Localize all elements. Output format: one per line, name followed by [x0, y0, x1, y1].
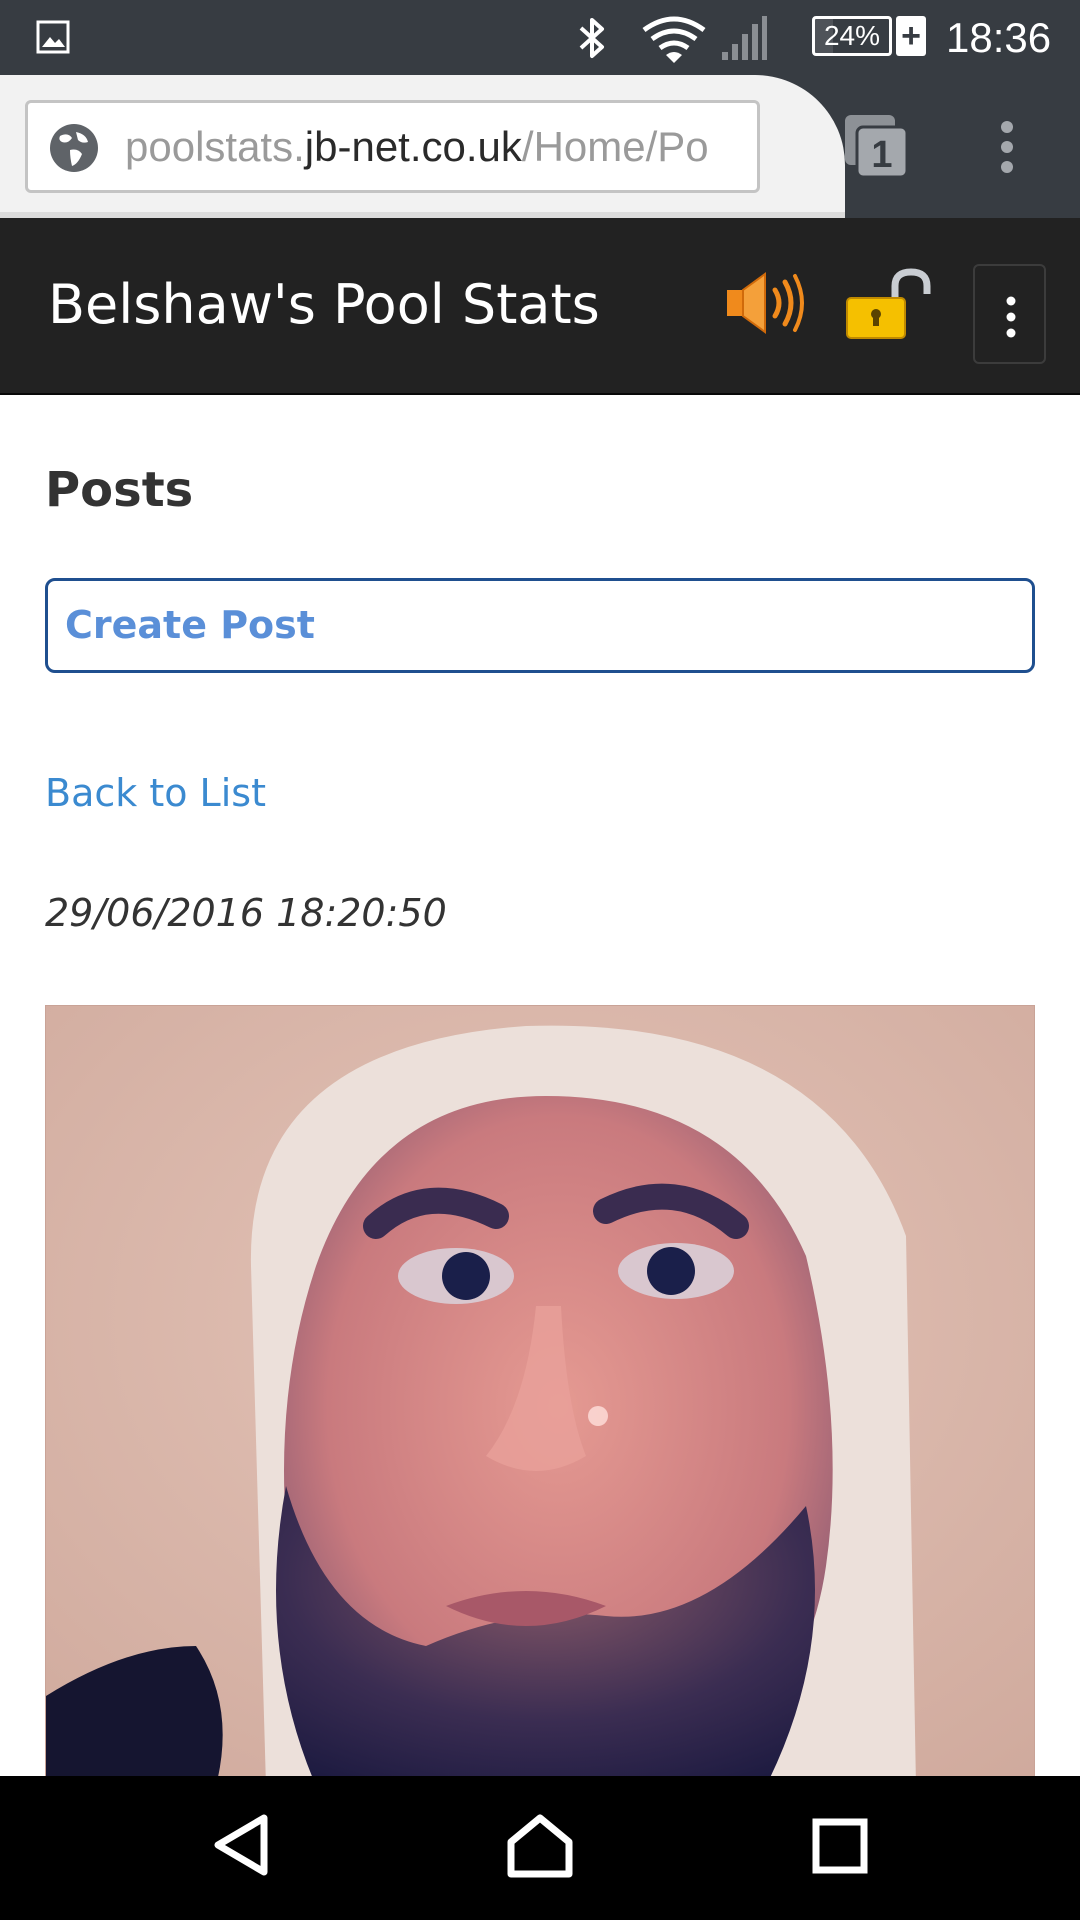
back-triangle-icon[interactable] [210, 1812, 270, 1878]
battery-icon: 24% [812, 16, 892, 56]
navbar-toggle-button[interactable] [973, 264, 1046, 364]
address-bar[interactable]: poolstats.jb-net.co.uk/Home/Po [25, 100, 760, 193]
url-path: /Home/Po [521, 123, 709, 170]
recents-square-icon[interactable] [812, 1818, 868, 1874]
status-bar: 24% + 18:36 [0, 0, 1080, 75]
site-brand[interactable]: Belshaw's Pool Stats [48, 270, 600, 340]
tab-count: 1 [871, 134, 892, 176]
browser-menu-button[interactable] [995, 119, 1019, 175]
post-timestamp: 29/06/2016 18:20:50 [45, 891, 447, 935]
post-photo-image [46, 1006, 1034, 1784]
create-post-button[interactable]: Create Post [45, 578, 1035, 673]
charging-icon: + [896, 16, 926, 56]
battery-percentage: 24% [823, 20, 881, 51]
home-icon[interactable] [505, 1812, 575, 1878]
wifi-icon [642, 16, 706, 63]
clock: 18:36 [946, 14, 1052, 61]
browser-tab: poolstats.jb-net.co.uk/Home/Po [0, 75, 845, 218]
back-to-list-link[interactable]: Back to List [45, 768, 266, 818]
system-nav-bar [0, 1776, 1080, 1920]
more-vert-icon [1006, 296, 1016, 338]
page-title: Posts [45, 462, 194, 518]
url-subdomain: poolstats. [125, 123, 305, 170]
browser-toolbar: poolstats.jb-net.co.uk/Home/Po 1 [0, 75, 1080, 218]
globe-icon [50, 124, 98, 172]
unlocked-padlock-icon[interactable] [845, 268, 935, 340]
tab-switcher-button[interactable]: 1 [843, 113, 911, 181]
post-photo [45, 1005, 1035, 1785]
site-navbar: Belshaw's Pool Stats [0, 218, 1080, 395]
bluetooth-icon [579, 18, 604, 58]
cell-signal-icon [722, 16, 767, 60]
speaker-icon[interactable] [725, 270, 809, 336]
url-text[interactable]: poolstats.jb-net.co.uk/Home/Po [125, 121, 709, 173]
url-domain: jb-net.co.uk [304, 123, 522, 170]
screen: 24% + 18:36 poolstats.jb-net.co.uk/Home/… [0, 0, 1080, 1920]
gallery-icon [36, 20, 70, 54]
